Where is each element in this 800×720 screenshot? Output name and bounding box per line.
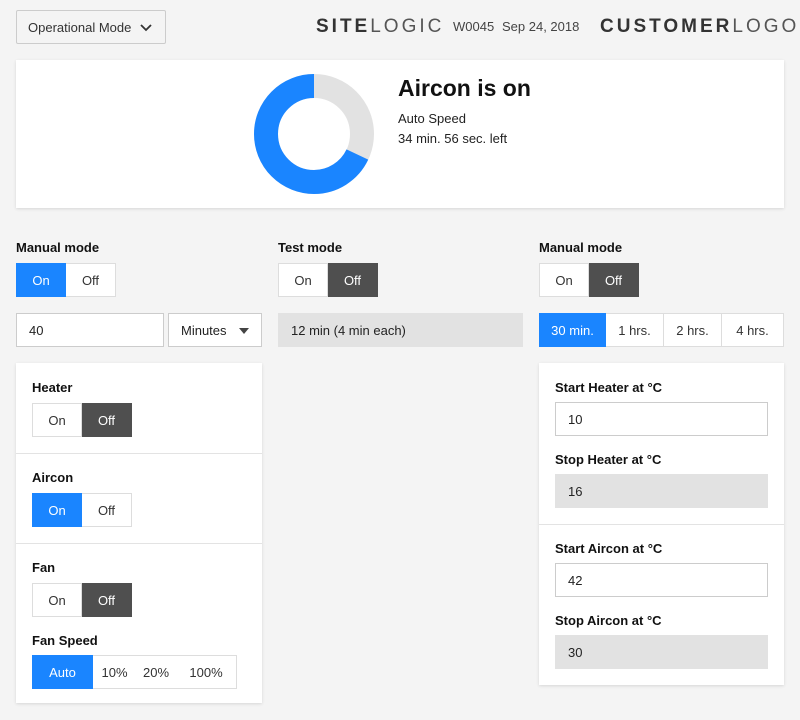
progress-donut bbox=[254, 74, 374, 194]
fan-speed-100[interactable]: 100% bbox=[176, 655, 237, 689]
stop-heater-value: 16 bbox=[555, 474, 768, 508]
start-aircon-input[interactable]: 42 bbox=[555, 563, 768, 597]
col1-off-button[interactable]: Off bbox=[66, 263, 116, 297]
caret-down-icon bbox=[239, 328, 249, 334]
heater-label: Heater bbox=[32, 380, 73, 395]
col2-test-mode-label: Test mode bbox=[278, 240, 343, 255]
col2-mode-toggle: On Off bbox=[278, 263, 378, 297]
status-speed: Auto Speed bbox=[398, 111, 466, 126]
fan-label: Fan bbox=[32, 560, 56, 575]
fan-speed-10[interactable]: 10% bbox=[93, 655, 136, 689]
fan-toggle: On Off bbox=[32, 583, 132, 617]
header-date: Sep 24, 2018 bbox=[502, 19, 580, 34]
time-option-30min[interactable]: 30 min. bbox=[539, 313, 606, 347]
col2-off-button[interactable]: Off bbox=[328, 263, 378, 297]
aircon-off-button[interactable]: Off bbox=[82, 493, 132, 527]
col2-on-button[interactable]: On bbox=[278, 263, 328, 297]
start-aircon-label: Start Aircon at °C bbox=[555, 541, 663, 556]
heater-off-button[interactable]: Off bbox=[82, 403, 132, 437]
heater-toggle: On Off bbox=[32, 403, 132, 437]
fan-on-button[interactable]: On bbox=[32, 583, 82, 617]
operational-mode-select[interactable]: Operational Mode bbox=[16, 10, 166, 44]
stop-heater-label: Stop Heater at °C bbox=[555, 452, 662, 467]
divider bbox=[16, 453, 262, 454]
start-heater-label: Start Heater at °C bbox=[555, 380, 663, 395]
status-title: Aircon is on bbox=[398, 75, 531, 101]
fan-speed-label: Fan Speed bbox=[32, 633, 98, 648]
time-option-4hrs[interactable]: 4 hrs. bbox=[722, 313, 784, 347]
fan-off-button[interactable]: Off bbox=[82, 583, 132, 617]
mode-select-label: Operational Mode bbox=[28, 19, 132, 35]
aircon-label: Aircon bbox=[32, 470, 74, 485]
time-option-2hrs[interactable]: 2 hrs. bbox=[664, 313, 722, 347]
col1-manual-mode-label: Manual mode bbox=[16, 240, 100, 255]
status-remaining: 34 min. 56 sec. left bbox=[398, 131, 508, 146]
divider bbox=[539, 524, 784, 525]
thresholds-panel: Start Heater at °C 10 Stop Heater at °C … bbox=[539, 363, 784, 685]
heater-on-button[interactable]: On bbox=[32, 403, 82, 437]
sitelogic-logo: SITELOGIC bbox=[316, 16, 445, 37]
device-panel: Heater On Off Aircon On Off Fan On Off F… bbox=[16, 363, 262, 703]
status-card: Aircon is on Auto Speed 34 min. 56 sec. … bbox=[16, 60, 784, 208]
col3-manual-mode-label: Manual mode bbox=[539, 240, 623, 255]
duration-input[interactable]: 40 bbox=[16, 313, 164, 347]
fan-speed-20[interactable]: 20% bbox=[136, 655, 176, 689]
site-id: W0045 bbox=[453, 19, 495, 34]
col1-on-button[interactable]: On bbox=[16, 263, 66, 297]
stop-aircon-value: 30 bbox=[555, 635, 768, 669]
aircon-on-button[interactable]: On bbox=[32, 493, 82, 527]
col3-on-button[interactable]: On bbox=[539, 263, 589, 297]
unit-select-value: Minutes bbox=[181, 322, 227, 338]
col3-off-button[interactable]: Off bbox=[589, 263, 639, 297]
customer-logo: CUSTOMERLOGO bbox=[600, 16, 800, 37]
fan-speed-options: Auto 10% 20% 100% bbox=[32, 655, 237, 689]
col3-mode-toggle: On Off bbox=[539, 263, 639, 297]
col1-mode-toggle: On Off bbox=[16, 263, 116, 297]
chevron-down-icon bbox=[140, 24, 152, 32]
divider bbox=[16, 543, 262, 544]
time-option-1hr[interactable]: 1 hrs. bbox=[606, 313, 664, 347]
fan-speed-auto[interactable]: Auto bbox=[32, 655, 93, 689]
time-options: 30 min. 1 hrs. 2 hrs. 4 hrs. bbox=[539, 313, 784, 347]
unit-select[interactable]: Minutes bbox=[168, 313, 262, 347]
start-heater-input[interactable]: 10 bbox=[555, 402, 768, 436]
stop-aircon-label: Stop Aircon at °C bbox=[555, 613, 662, 628]
test-duration-display: 12 min (4 min each) bbox=[278, 313, 523, 347]
aircon-toggle: On Off bbox=[32, 493, 132, 527]
